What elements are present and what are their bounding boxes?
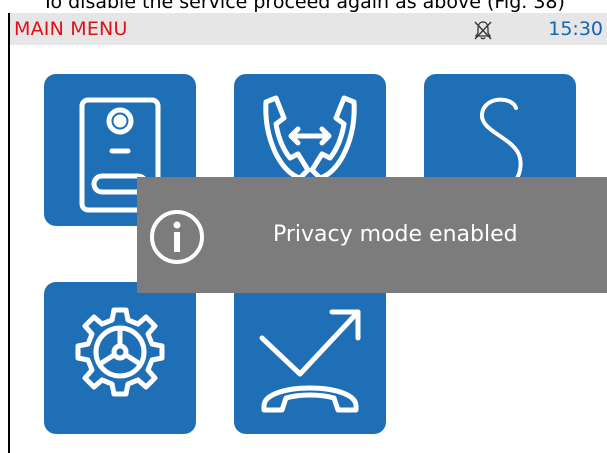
ringer-muted-icon [474, 21, 492, 40]
missed-call-icon [259, 309, 361, 413]
info-icon [150, 210, 204, 264]
status-bar: MAIN MENU 15:30 [10, 13, 607, 45]
menu-title: MAIN MENU [14, 18, 128, 40]
toast-message: Privacy mode enabled [273, 222, 518, 247]
tile-missed-calls[interactable] [234, 282, 386, 434]
document-caption: To disable the service proceed again as … [42, 0, 565, 13]
settings-gear-icon [75, 307, 165, 397]
privacy-toast: Privacy mode enabled [137, 177, 607, 293]
tile-settings[interactable] [44, 282, 196, 434]
clock: 15:30 [548, 18, 603, 40]
